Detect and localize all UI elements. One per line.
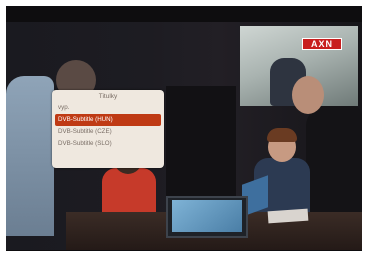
person-left [6,76,54,236]
person-right-head [292,76,324,114]
tv-screen: AXN Titulky vyp. DVB-Subtitle (HUN) DVB-… [6,6,362,251]
subtitle-option-cze[interactable]: DVB-Subtitle (CZE) [55,126,161,138]
subtitle-menu-title: Titulky [98,93,118,100]
shadow-area [166,86,236,196]
subtitle-option-slo[interactable]: DVB-Subtitle (SLO) [55,138,161,150]
channel-logo: AXN [302,38,342,50]
subtitle-option-off[interactable]: vyp. [55,102,161,114]
subtitle-menu-list: vyp. DVB-Subtitle (HUN) DVB-Subtitle (CZ… [55,102,161,150]
photo-frame: AXN Titulky vyp. DVB-Subtitle (HUN) DVB-… [0,0,370,262]
boy-hair [267,128,297,142]
subtitle-option-hun[interactable]: DVB-Subtitle (HUN) [55,114,161,126]
laptop-screen [172,200,242,232]
subtitle-menu: Titulky vyp. DVB-Subtitle (HUN) DVB-Subt… [52,90,164,168]
